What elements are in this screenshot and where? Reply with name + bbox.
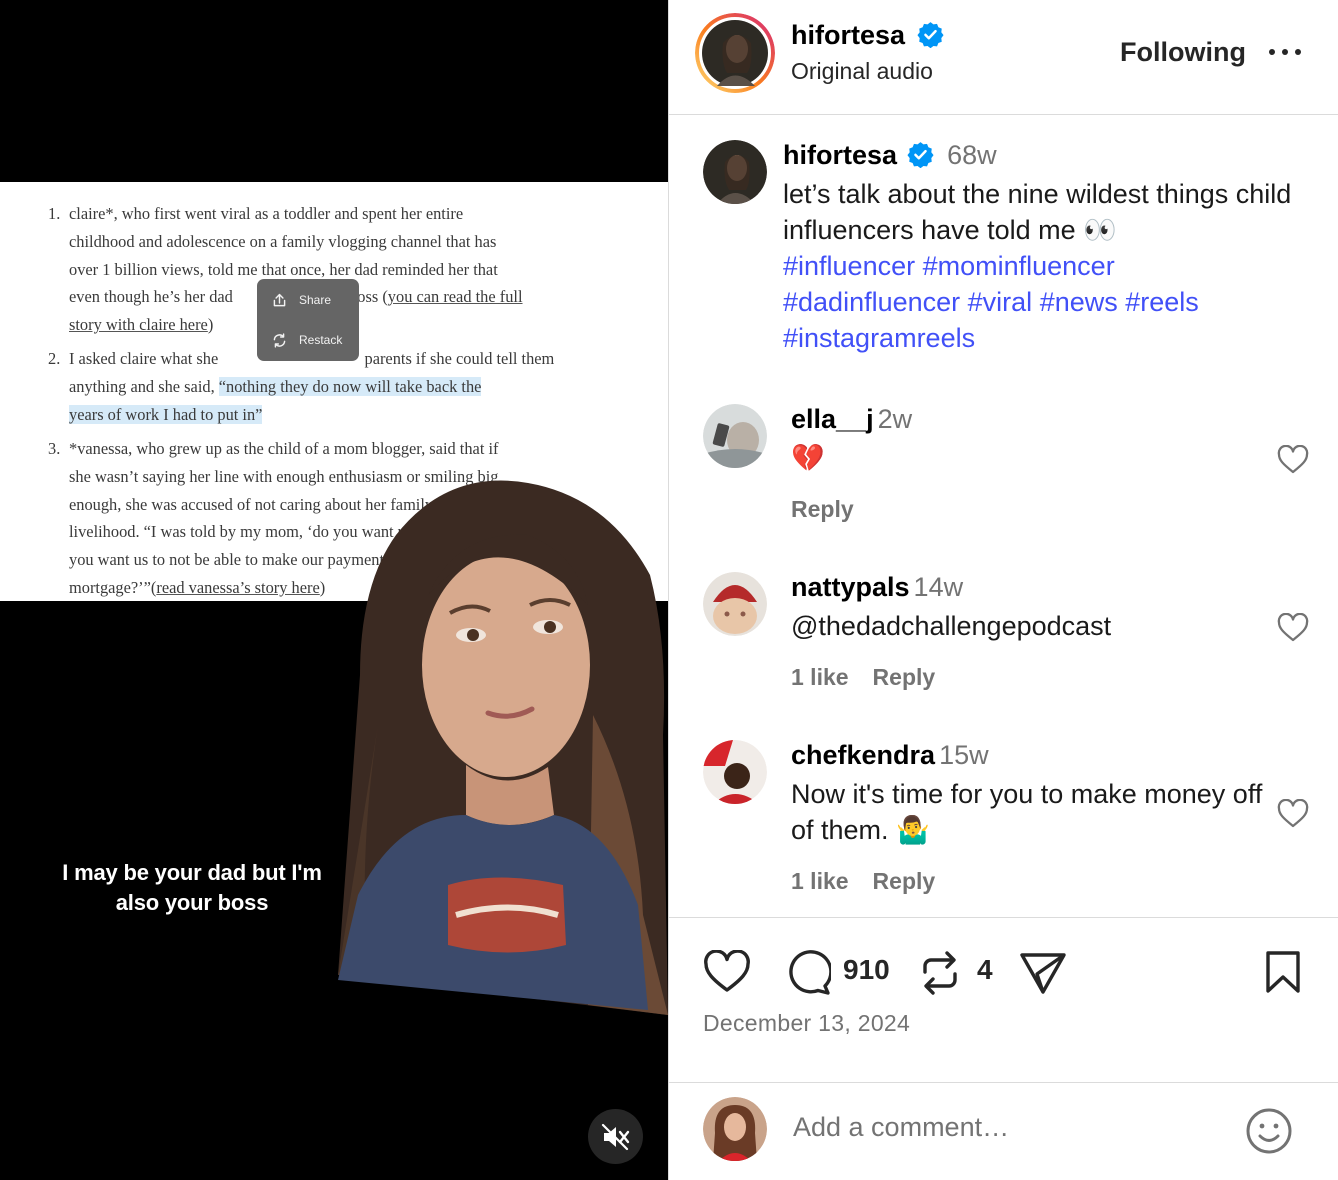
caption-header: hifortesa 68w bbox=[783, 140, 997, 171]
comment-header: ella__j 2w bbox=[791, 404, 912, 435]
comment-bubble-icon[interactable] bbox=[783, 950, 831, 996]
like-comment-heart-icon[interactable] bbox=[1277, 613, 1309, 643]
article-line: claire*, who first went viral as a toddl… bbox=[69, 204, 464, 223]
caption-username[interactable]: hifortesa bbox=[783, 140, 897, 170]
comment-text: Now it's time for you to make money off … bbox=[791, 779, 1263, 845]
current-user-avatar[interactable] bbox=[703, 1097, 767, 1161]
mute-button[interactable] bbox=[588, 1109, 643, 1164]
like-heart-icon[interactable] bbox=[703, 950, 751, 994]
comment-username[interactable]: chefkendra bbox=[791, 740, 935, 770]
hashtag-link[interactable]: #dadinfluencer bbox=[783, 287, 960, 317]
header-username[interactable]: hifortesa bbox=[791, 20, 905, 50]
audio-label[interactable]: Original audio bbox=[791, 58, 933, 85]
share-popup: Share Restack bbox=[257, 279, 359, 361]
restack-label: Restack bbox=[299, 333, 343, 347]
comment-timestamp[interactable]: 14w bbox=[914, 572, 964, 602]
comment-username[interactable]: nattypals bbox=[791, 572, 910, 602]
hashtag-link[interactable]: #mominfluencer bbox=[923, 251, 1115, 281]
commenter-avatar[interactable] bbox=[703, 740, 767, 804]
post-action-bar: 910 4 bbox=[669, 944, 1338, 1000]
divider bbox=[669, 917, 1338, 918]
article-line: anything and she said, “nothing they do … bbox=[69, 373, 584, 401]
restack-button[interactable]: Restack bbox=[271, 330, 342, 350]
caption-text: let’s talk about the nine wildest things… bbox=[783, 179, 1292, 245]
article-text: ) bbox=[207, 315, 214, 335]
comment-timestamp[interactable]: 15w bbox=[939, 740, 989, 770]
add-comment-input[interactable] bbox=[793, 1112, 1213, 1143]
save-bookmark-icon[interactable] bbox=[1265, 950, 1301, 994]
hashtag-link[interactable]: #news bbox=[1040, 287, 1118, 317]
verified-badge-icon bbox=[916, 22, 944, 49]
post-panel: hifortesa Original audio Following hifor… bbox=[668, 0, 1338, 1180]
following-button[interactable]: Following bbox=[1120, 37, 1246, 68]
article-text: mortgage?’”( bbox=[69, 577, 157, 597]
commenter-avatar[interactable] bbox=[703, 404, 767, 468]
hashtag-link[interactable]: #reels bbox=[1125, 287, 1199, 317]
verified-badge-icon bbox=[906, 142, 934, 169]
like-comment-heart-icon[interactable] bbox=[1277, 799, 1309, 829]
comment-actions: 1 like Reply bbox=[791, 868, 935, 895]
article-link[interactable]: story with claire here bbox=[69, 315, 208, 334]
list-number: 2. bbox=[48, 349, 61, 368]
article-text: ) bbox=[319, 577, 326, 597]
hashtag-link[interactable]: #viral bbox=[968, 287, 1033, 317]
share-label: Share bbox=[299, 293, 332, 307]
author-avatar[interactable] bbox=[695, 13, 775, 93]
emoji-smiley-icon[interactable] bbox=[1245, 1107, 1293, 1155]
caption-author-avatar[interactable] bbox=[703, 140, 767, 204]
reply-button[interactable]: Reply bbox=[873, 664, 936, 690]
article-line: *vanessa, who grew up as the child of a … bbox=[69, 439, 499, 458]
add-comment-bar bbox=[669, 1082, 1338, 1180]
hashtag-link[interactable]: #instagramreels bbox=[783, 323, 975, 353]
hashtag-link[interactable]: #influencer bbox=[783, 251, 915, 281]
article-link[interactable]: you can read the full bbox=[388, 287, 523, 306]
article-line: years of work I had to put in” bbox=[69, 401, 584, 429]
creator-cutout bbox=[338, 480, 668, 1015]
share-icon bbox=[273, 293, 286, 306]
divider bbox=[669, 114, 1338, 115]
comment-like-count[interactable]: 1 like bbox=[791, 664, 849, 690]
article-text: I asked claire what she bbox=[69, 349, 219, 368]
comment-timestamp[interactable]: 2w bbox=[878, 404, 913, 434]
article-text: even though he’s her dad bbox=[69, 287, 233, 307]
reel-video[interactable]: 1. claire*, who first went viral as a to… bbox=[0, 0, 668, 1180]
comment-mention-link[interactable]: @thedadchallengepodcast bbox=[791, 608, 1271, 644]
header-username-row[interactable]: hifortesa bbox=[791, 20, 944, 51]
more-horizontal-icon[interactable] bbox=[1267, 42, 1303, 62]
comment-count: 910 bbox=[843, 954, 890, 985]
comment-actions: 1 like Reply bbox=[791, 664, 935, 691]
article-link[interactable]: read vanessa’s story here bbox=[156, 578, 319, 597]
like-comment-heart-icon[interactable] bbox=[1277, 445, 1309, 475]
reply-button[interactable]: Reply bbox=[791, 496, 854, 522]
caption-text-block: let’s talk about the nine wildest things… bbox=[783, 176, 1303, 356]
comment-text: 💔 bbox=[791, 443, 825, 473]
article-text: anything and she said, bbox=[69, 376, 219, 396]
comment-like-count[interactable]: 1 like bbox=[791, 868, 849, 894]
article-line: childhood and adolescence on a family vl… bbox=[69, 231, 497, 251]
highlighted-quote[interactable]: years of work I had to put in” bbox=[69, 404, 263, 424]
caption-timestamp[interactable]: 68w bbox=[947, 140, 997, 170]
highlighted-quote[interactable]: “nothing they do now will take back the bbox=[218, 376, 482, 396]
repost-icon[interactable] bbox=[919, 950, 961, 996]
comment-username[interactable]: ella__j bbox=[791, 404, 874, 434]
comment-header: chefkendra 15w bbox=[791, 740, 989, 771]
commenter-avatar[interactable] bbox=[703, 572, 767, 636]
comment-actions: Reply bbox=[791, 496, 854, 523]
comment-header: nattypals 14w bbox=[791, 572, 963, 603]
repost-count: 4 bbox=[977, 954, 993, 985]
list-number: 3. bbox=[48, 439, 61, 458]
reply-button[interactable]: Reply bbox=[873, 868, 936, 894]
speaker-muted-icon bbox=[601, 1123, 629, 1150]
list-number: 1. bbox=[48, 204, 61, 223]
restack-icon bbox=[273, 332, 286, 348]
post-date[interactable]: December 13, 2024 bbox=[703, 1010, 910, 1037]
video-caption: I may be your dad but I'm also your boss bbox=[62, 860, 322, 915]
share-send-icon[interactable] bbox=[1019, 950, 1067, 996]
share-button[interactable]: Share bbox=[271, 290, 331, 310]
article-text: parents if she could tell them bbox=[364, 349, 555, 368]
